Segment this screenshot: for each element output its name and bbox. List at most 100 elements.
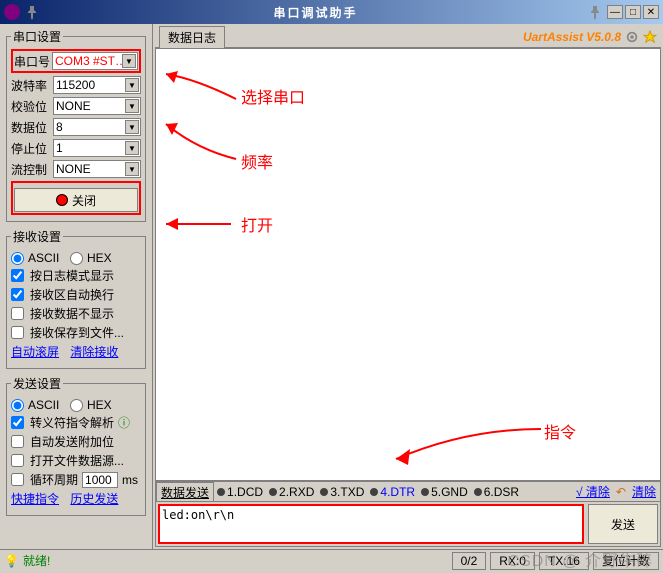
- auto-append-label: 自动发送附加位: [30, 433, 114, 450]
- log-header: 数据日志 UartAssist V5.0.8: [155, 26, 661, 48]
- cycle-input[interactable]: [82, 472, 118, 488]
- signal-dcd[interactable]: 1.DCD: [214, 485, 266, 499]
- save-file-label: 接收保存到文件...: [30, 324, 124, 341]
- close-port-button[interactable]: 关闭: [14, 188, 138, 212]
- signal-txd[interactable]: 3.TXD: [317, 485, 367, 499]
- quick-cmd-link[interactable]: 快捷指令: [11, 490, 59, 507]
- baud-select[interactable]: 115200 ▼: [53, 76, 141, 94]
- pin-icon-right[interactable]: [587, 4, 603, 20]
- signal-dtr[interactable]: 4.DTR: [367, 485, 418, 499]
- status-counter: 0/2: [452, 552, 487, 570]
- signal-dsr[interactable]: 6.DSR: [471, 485, 522, 499]
- flowctrl-label: 流控制: [11, 161, 49, 178]
- signal-gnd[interactable]: 5.GND: [418, 485, 471, 499]
- dropdown-arrow-icon: ▼: [125, 141, 139, 155]
- databits-select[interactable]: 8 ▼: [53, 118, 141, 136]
- open-file-check[interactable]: [11, 454, 24, 467]
- parity-label: 校验位: [11, 98, 49, 115]
- recv-hex-radio[interactable]: [70, 252, 83, 265]
- send-ascii-radio[interactable]: [11, 399, 24, 412]
- status-dot-icon: [56, 194, 68, 206]
- clear-check-link[interactable]: √ 清除: [576, 483, 610, 500]
- flowctrl-select[interactable]: NONE ▼: [53, 160, 141, 178]
- send-hex-radio[interactable]: [70, 399, 83, 412]
- send-settings-legend: 发送设置: [11, 375, 63, 392]
- flowctrl-value: NONE: [56, 162, 91, 176]
- auto-append-check[interactable]: [11, 435, 24, 448]
- port-settings-legend: 串口设置: [11, 28, 63, 45]
- dropdown-arrow-icon: ▼: [125, 78, 139, 92]
- ready-icon: 💡: [4, 554, 19, 568]
- clear-recv-link[interactable]: 清除接收: [70, 343, 118, 360]
- watermark: CSDN @ 介野牛碎: [508, 547, 653, 571]
- minimize-button[interactable]: —: [607, 5, 623, 19]
- log-mode-label: 按日志模式显示: [30, 267, 114, 284]
- cycle-unit: ms: [122, 473, 138, 487]
- auto-wrap-check[interactable]: [11, 288, 24, 301]
- port-label: 串口号: [14, 53, 52, 70]
- stopbits-select[interactable]: 1 ▼: [53, 139, 141, 157]
- brand-label: UartAssist V5.0.8: [523, 30, 621, 44]
- cycle-label: 循环周期: [30, 471, 78, 488]
- titlebar: 串口调试助手 — □ ✕: [0, 0, 663, 24]
- undo-icon[interactable]: ↶: [616, 485, 626, 499]
- window-buttons: — □ ✕: [607, 5, 659, 19]
- databits-value: 8: [56, 120, 63, 134]
- parity-value: NONE: [56, 99, 91, 113]
- star-icon[interactable]: [643, 30, 657, 44]
- auto-scroll-link[interactable]: 自动滚屏: [11, 343, 59, 360]
- clear-link[interactable]: 清除: [632, 483, 656, 500]
- data-send-tab[interactable]: 数据发送: [156, 482, 214, 502]
- port-select[interactable]: COM3 #ST… ▼: [52, 52, 138, 70]
- parity-select[interactable]: NONE ▼: [53, 97, 141, 115]
- send-hex-label: HEX: [87, 398, 112, 412]
- left-panel: 串口设置 串口号 COM3 #ST… ▼ 波特率 115200 ▼ 校验位 NO…: [0, 24, 152, 549]
- recv-settings-group: 接收设置 ASCII HEX 按日志模式显示 接收区自动换行 接收数据不显示 接…: [6, 228, 146, 369]
- log-area[interactable]: 选择串口 频率 打开 指令: [155, 48, 661, 481]
- send-input[interactable]: led:on\r\n: [158, 504, 584, 544]
- escape-check[interactable]: [11, 416, 24, 429]
- history-link[interactable]: 历史发送: [70, 490, 118, 507]
- send-area: 数据发送 1.DCD 2.RXD 3.TXD 4.DTR 5.GND 6.DSR…: [155, 481, 661, 547]
- open-file-label: 打开文件数据源...: [30, 452, 124, 469]
- send-ascii-label: ASCII: [28, 398, 59, 412]
- port-settings-group: 串口设置 串口号 COM3 #ST… ▼ 波特率 115200 ▼ 校验位 NO…: [6, 28, 146, 222]
- recv-hex-label: HEX: [87, 251, 112, 265]
- save-file-check[interactable]: [11, 326, 24, 339]
- send-button[interactable]: 发送: [588, 504, 658, 544]
- annotation-select-port: 选择串口: [241, 84, 305, 108]
- gear-icon[interactable]: [625, 30, 639, 44]
- maximize-button[interactable]: □: [625, 5, 641, 19]
- ready-label: 就绪!: [23, 552, 50, 569]
- stopbits-label: 停止位: [11, 140, 49, 157]
- recv-ascii-label: ASCII: [28, 251, 59, 265]
- signal-rxd[interactable]: 2.RXD: [266, 485, 317, 499]
- recv-settings-legend: 接收设置: [11, 228, 63, 245]
- data-log-tab[interactable]: 数据日志: [159, 26, 225, 48]
- annotation-command: 指令: [544, 419, 576, 443]
- port-value: COM3 #ST…: [55, 54, 127, 68]
- close-window-button[interactable]: ✕: [643, 5, 659, 19]
- auto-wrap-label: 接收区自动换行: [30, 286, 114, 303]
- hide-data-label: 接收数据不显示: [30, 305, 114, 322]
- pin-icon[interactable]: [24, 4, 40, 20]
- cycle-check[interactable]: [11, 473, 24, 486]
- recv-ascii-radio[interactable]: [11, 252, 24, 265]
- databits-label: 数据位: [11, 119, 49, 136]
- baud-value: 115200: [56, 78, 95, 92]
- app-icon: [4, 4, 20, 20]
- escape-label: 转义符指令解析: [30, 414, 114, 431]
- dropdown-arrow-icon: ▼: [122, 54, 136, 68]
- window-title: 串口调试助手: [44, 4, 587, 21]
- dropdown-arrow-icon: ▼: [125, 162, 139, 176]
- dropdown-arrow-icon: ▼: [125, 120, 139, 134]
- baud-label: 波特率: [11, 77, 49, 94]
- close-btn-label: 关闭: [72, 192, 96, 209]
- dropdown-arrow-icon: ▼: [125, 99, 139, 113]
- hide-data-check[interactable]: [11, 307, 24, 320]
- stopbits-value: 1: [56, 141, 63, 155]
- log-mode-check[interactable]: [11, 269, 24, 282]
- send-settings-group: 发送设置 ASCII HEX 转义符指令解析ⓘ 自动发送附加位 打开文件数据源.…: [6, 375, 146, 516]
- annotation-frequency: 频率: [241, 149, 273, 173]
- annotation-open: 打开: [241, 212, 273, 236]
